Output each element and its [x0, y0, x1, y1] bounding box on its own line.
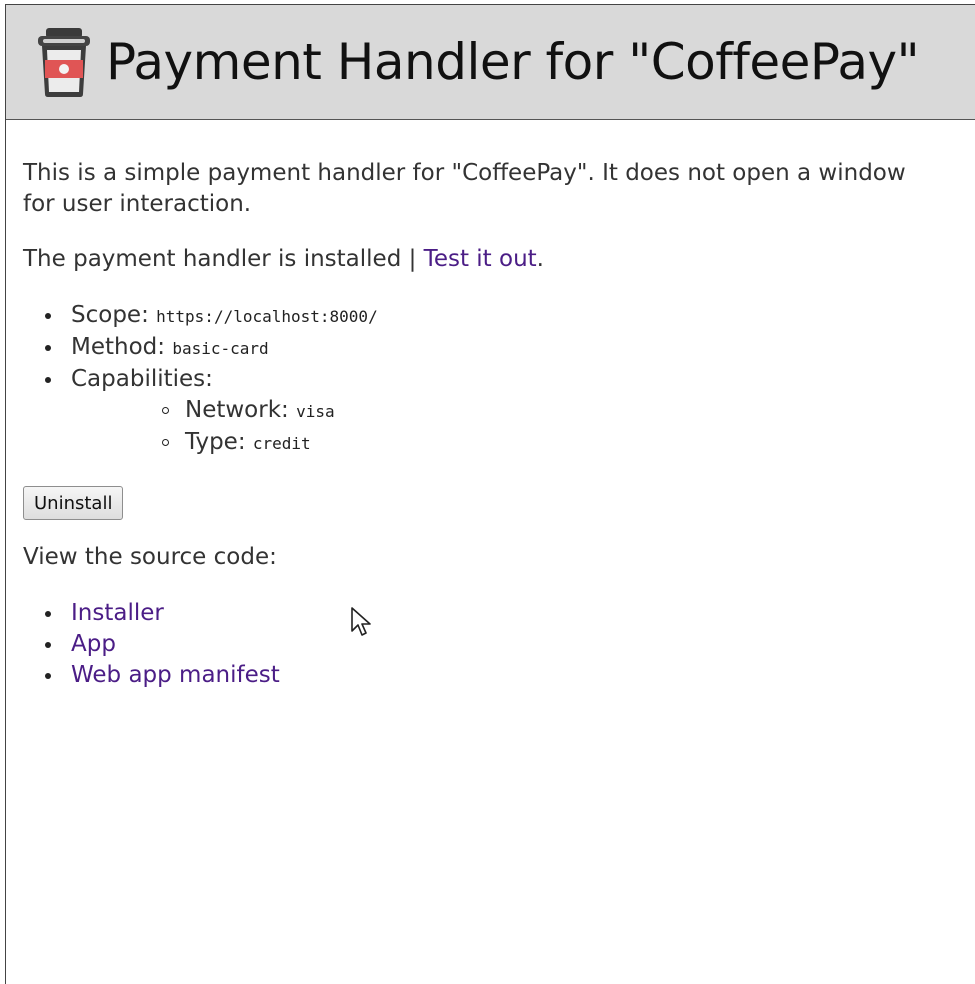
capabilities-label: Capabilities:: [71, 366, 213, 392]
source-code-label: View the source code:: [23, 544, 277, 570]
method-item: Method: basic-card: [23, 332, 975, 364]
capabilities-list: Network: visa Type: credit: [71, 395, 975, 459]
source-links-list: Installer App Web app manifest: [23, 598, 975, 691]
method-label: Method:: [71, 334, 173, 360]
intro-text: This is a simple payment handler for "Co…: [23, 160, 906, 217]
list-item: Web app manifest: [23, 660, 975, 691]
page-frame: Payment Handler for "CoffeePay" This is …: [5, 4, 975, 984]
page-header: Payment Handler for "CoffeePay": [6, 5, 975, 120]
type-value: credit: [252, 434, 311, 453]
install-status-suffix: .: [536, 246, 544, 272]
scope-label: Scope:: [71, 302, 157, 328]
page-title: Payment Handler for "CoffeePay": [106, 33, 920, 91]
type-label: Type:: [185, 429, 253, 455]
method-value: basic-card: [172, 339, 269, 358]
list-item: Installer: [23, 598, 975, 629]
list-item: App: [23, 629, 975, 660]
install-status-text: The payment handler is installed |: [23, 246, 424, 272]
network-value: visa: [296, 402, 335, 421]
main-content: This is a simple payment handler for "Co…: [6, 158, 975, 691]
uninstall-button[interactable]: Uninstall: [23, 486, 124, 520]
network-item: Network: visa: [71, 395, 975, 427]
scope-item: Scope: https://localhost:8000/: [23, 300, 975, 332]
network-label: Network:: [185, 397, 297, 423]
web-app-manifest-link[interactable]: Web app manifest: [71, 662, 280, 688]
scope-value: https://localhost:8000/: [156, 307, 378, 326]
type-item: Type: credit: [71, 427, 975, 459]
handler-details-list: Scope: https://localhost:8000/ Method: b…: [23, 300, 975, 459]
capabilities-item: Capabilities: Network: visa Type: credit: [23, 364, 975, 459]
mouse-cursor-icon: [351, 607, 371, 636]
coffee-cup-icon: [38, 28, 90, 97]
install-status: The payment handler is installed | Test …: [23, 244, 975, 275]
test-it-out-link[interactable]: Test it out: [424, 246, 537, 272]
app-link[interactable]: App: [71, 631, 116, 657]
installer-link[interactable]: Installer: [71, 600, 164, 626]
